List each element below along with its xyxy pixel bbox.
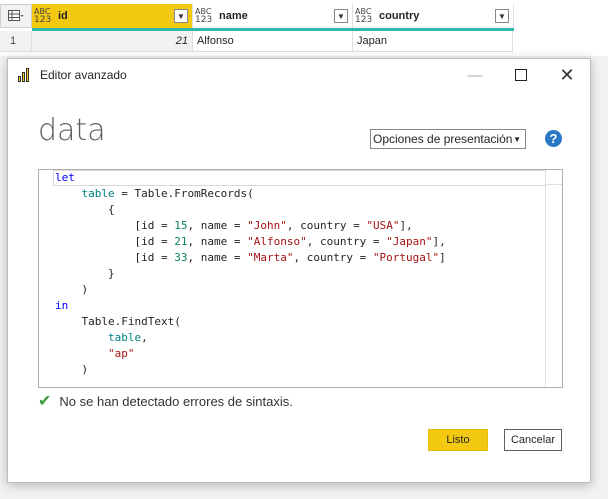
close-button[interactable]: ✕ [544, 59, 590, 91]
chevron-down-icon: ▼ [513, 134, 521, 144]
code-line: table, [107, 331, 148, 344]
status-text: No se han detectado errores de sintaxis. [59, 393, 293, 409]
type-any-icon[interactable]: ABC 123 [34, 8, 54, 25]
maximize-button[interactable] [498, 59, 544, 91]
code-line: "ap" [107, 347, 135, 360]
code-line: [id = 21, name = "Alfonso", country = "J… [134, 235, 446, 248]
type-any-icon[interactable]: ABC 123 [195, 8, 215, 25]
table-menu-icon[interactable] [0, 4, 32, 28]
code-line: { [107, 203, 115, 216]
code-line: in [55, 299, 69, 312]
power-bi-icon [16, 67, 32, 83]
code-editor[interactable]: let table = Table.FromRecords( { [id = 1… [38, 169, 563, 388]
cell-name[interactable]: Alfonso [193, 31, 353, 52]
dialog-title: Editor avanzado [40, 68, 127, 82]
code-line: ) [81, 283, 89, 296]
check-icon: ✔ [38, 393, 52, 410]
code-line: [id = 15, name = "John", country = "USA"… [134, 219, 413, 232]
code-line: let [53, 170, 548, 186]
scroll-top-area[interactable] [546, 170, 562, 185]
cell-id[interactable]: 21 [32, 31, 193, 52]
filter-dropdown-icon[interactable]: ▼ [174, 9, 188, 23]
table-row: 1 21 Alfonso Japan [0, 31, 514, 52]
column-header-label: name [219, 10, 248, 22]
cancel-button[interactable]: Cancelar [504, 429, 562, 451]
code-line: ) [81, 363, 89, 376]
row-number: 1 [0, 31, 32, 52]
filter-dropdown-icon[interactable]: ▼ [495, 9, 509, 23]
maximize-icon [515, 69, 527, 81]
query-name: data [38, 113, 106, 148]
type-any-icon[interactable]: ABC 123 [355, 8, 375, 25]
column-header-country[interactable]: ABC 123 country ▼ [353, 4, 514, 28]
grid-header: ABC 123 id ▼ ABC 123 name ▼ ABC 123 country… [0, 4, 514, 28]
column-header-name[interactable]: ABC 123 name ▼ [193, 4, 353, 28]
filter-dropdown-icon[interactable]: ▼ [334, 9, 348, 23]
display-options-label: Opciones de presentación [373, 132, 513, 146]
column-header-id[interactable]: ABC 123 id ▼ [32, 4, 193, 28]
column-header-label: country [379, 10, 420, 22]
display-options-dropdown[interactable]: Opciones de presentación ▼ [370, 129, 526, 149]
vertical-scrollbar[interactable] [545, 170, 562, 387]
code-line: Table.FindText( [81, 315, 181, 328]
code-line: } [107, 267, 115, 280]
done-button[interactable]: Listo [428, 429, 488, 451]
code-line: [id = 33, name = "Marta", country = "Por… [134, 251, 446, 264]
code-line: table = Table.FromRecords( [81, 187, 254, 200]
column-header-label: id [58, 10, 68, 22]
data-grid: ABC 123 id ▼ ABC 123 name ▼ ABC 123 country… [0, 0, 608, 56]
cell-country[interactable]: Japan [353, 31, 513, 52]
syntax-status: ✔ No se han detectado errores de sintaxi… [38, 391, 293, 411]
advanced-editor-dialog: Editor avanzado — ✕ data Opciones de pre… [7, 58, 591, 483]
minimize-button[interactable]: — [452, 59, 498, 91]
help-icon[interactable]: ? [545, 130, 562, 147]
title-bar[interactable]: Editor avanzado — ✕ [8, 59, 590, 91]
code-lines: let table = Table.FromRecords( { [id = 1… [53, 170, 548, 378]
